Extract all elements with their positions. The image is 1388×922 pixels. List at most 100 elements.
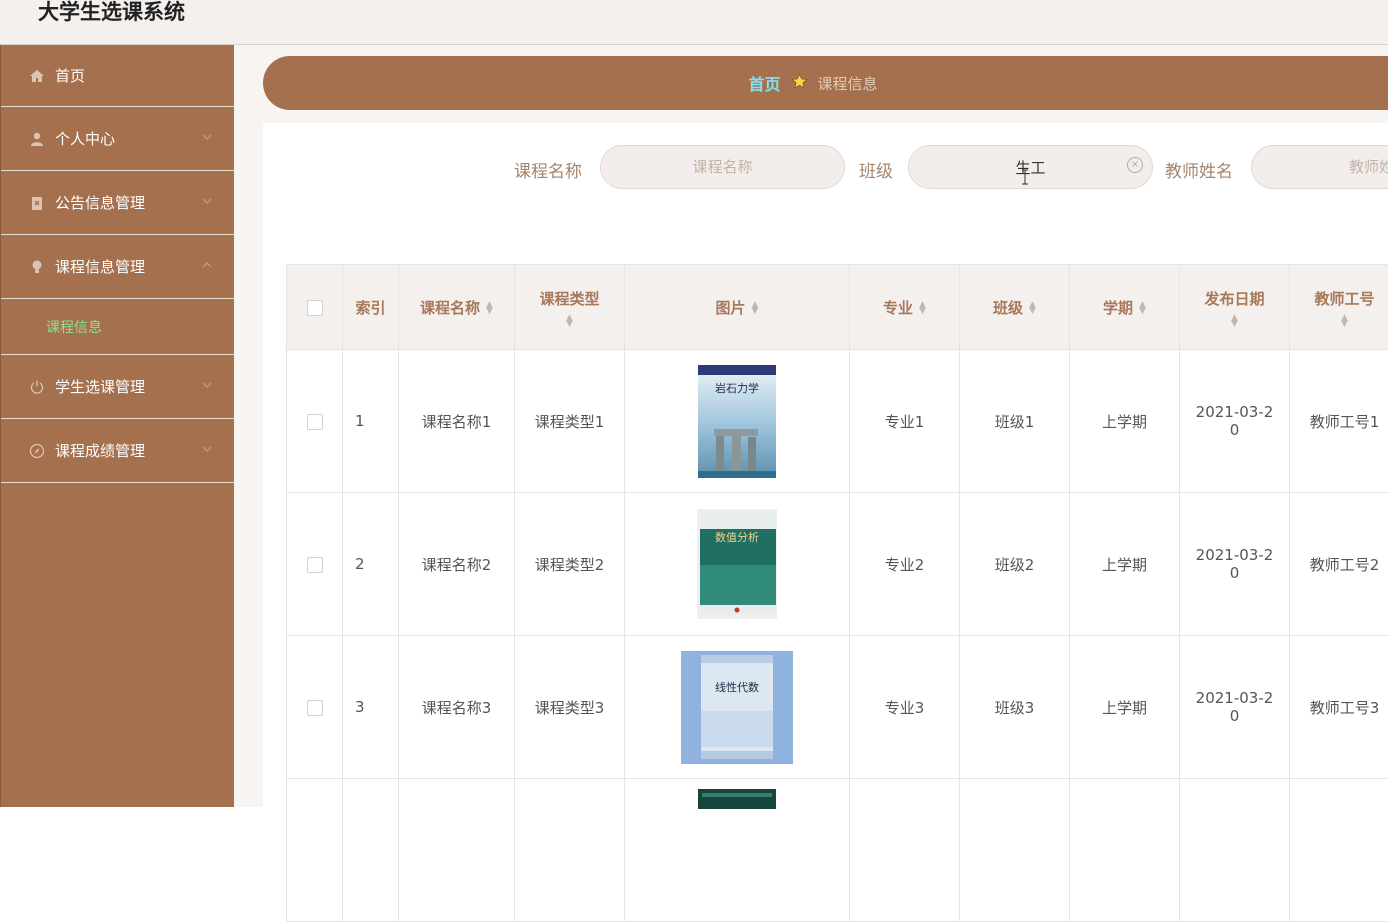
class-label: 班级 — [859, 157, 893, 182]
header-class[interactable]: 班级▲▼ — [960, 265, 1070, 350]
user-icon — [29, 131, 45, 147]
sidebar-item-label: 学生选课管理 — [55, 376, 145, 397]
cell-image: 线性代数 — [625, 636, 850, 779]
header-term[interactable]: 学期▲▼ — [1070, 265, 1180, 350]
cell-course-type: 课程类型1 — [515, 350, 625, 493]
breadcrumb-home[interactable]: 首页 — [748, 71, 780, 95]
book-cover-image[interactable]: 线性代数 — [681, 651, 793, 764]
cell-image: 岩石力学 — [625, 350, 850, 493]
bulb-icon — [29, 259, 45, 275]
chevron-down-icon — [201, 131, 213, 146]
row-select-cell — [287, 636, 343, 779]
cell-index: 2 — [343, 493, 399, 636]
sidebar-item-home[interactable]: 首页 — [1, 45, 235, 107]
chevron-down-icon — [201, 195, 213, 210]
home-icon — [29, 68, 45, 84]
cell-teacher-id: 教师工号2 — [1290, 493, 1388, 636]
star-icon — [791, 73, 808, 94]
teacher-name-input[interactable] — [1251, 145, 1388, 189]
header-index: 索引 — [343, 265, 399, 350]
course-table: 索引 课程名称▲▼ 课程类型▲▼ 图片▲▼ 专业▲▼ 班级▲▼ 学期▲▼ 发布日… — [286, 264, 1388, 922]
cell-term: 上学期 — [1070, 636, 1180, 779]
header-publish-date[interactable]: 发布日期▲▼ — [1180, 265, 1290, 350]
row-checkbox[interactable] — [307, 700, 323, 716]
class-input[interactable] — [908, 145, 1153, 189]
table-header-row: 索引 课程名称▲▼ 课程类型▲▼ 图片▲▼ 专业▲▼ 班级▲▼ 学期▲▼ 发布日… — [287, 265, 1388, 350]
sort-icon[interactable]: ▲▼ — [752, 302, 759, 314]
sidebar-item-label: 课程成绩管理 — [55, 440, 145, 461]
cell-publish-date: 2021-03-20 — [1180, 493, 1290, 636]
sort-icon[interactable]: ▲▼ — [1029, 302, 1036, 314]
sidebar-item-label: 课程信息管理 — [55, 256, 145, 277]
cell-course-type: 课程类型2 — [515, 493, 625, 636]
cell-publish-date: 2021-03-20 — [1180, 636, 1290, 779]
sidebar-item-notice-management[interactable]: 公告信息管理 — [1, 171, 235, 235]
cell-course-name: 课程名称3 — [399, 636, 515, 779]
select-all-cell — [287, 265, 343, 350]
header-course-name[interactable]: 课程名称▲▼ — [399, 265, 515, 350]
table-row[interactable]: 1 课程名称1 课程类型1 岩石力学 — [287, 350, 1388, 493]
header-image[interactable]: 图片▲▼ — [625, 265, 850, 350]
book-cover-image[interactable]: 数值分析 — [697, 509, 777, 619]
sidebar-item-grade-management[interactable]: 课程成绩管理 — [1, 419, 235, 483]
cell-index: 3 — [343, 636, 399, 779]
select-all-checkbox[interactable] — [307, 300, 323, 316]
sidebar-item-course-management[interactable]: 课程信息管理 — [1, 235, 235, 299]
content-panel: 课程名称 班级 × 教师姓名 索引 课程名称▲▼ 课程类型 — [263, 123, 1388, 823]
course-name-label: 课程名称 — [514, 157, 582, 182]
clear-icon[interactable]: × — [1127, 157, 1143, 173]
sidebar-subitem-course-info[interactable]: 课程信息 — [1, 299, 235, 355]
text-cursor-icon — [1021, 169, 1029, 189]
cell-major: 专业1 — [850, 350, 960, 493]
cell-course-name: 课程名称2 — [399, 493, 515, 636]
cell-term: 上学期 — [1070, 350, 1180, 493]
breadcrumb: 首页 课程信息 — [263, 56, 1388, 110]
chevron-up-icon — [201, 259, 213, 274]
cell-major: 专业3 — [850, 636, 960, 779]
cell-class: 班级1 — [960, 350, 1070, 493]
header-course-type[interactable]: 课程类型▲▼ — [515, 265, 625, 350]
power-icon — [29, 379, 45, 395]
table-row[interactable]: 3 课程名称3 课程类型3 线性代数 专业3 — [287, 636, 1388, 779]
cell-course-name: 课程名称1 — [399, 350, 515, 493]
search-form: 课程名称 班级 × 教师姓名 — [263, 145, 1388, 191]
sort-icon[interactable]: ▲▼ — [1139, 302, 1146, 314]
sidebar: 首页 个人中心 公告信息管理 课程信息管理 课程信息 学生选课管理 — [0, 45, 235, 807]
table-row[interactable] — [287, 779, 1388, 922]
sidebar-item-label: 首页 — [55, 65, 85, 86]
main-content: 首页 课程信息 课程名称 班级 × 教师姓名 — [234, 45, 1388, 807]
sort-icon[interactable]: ▲▼ — [1180, 315, 1289, 327]
cell-image — [625, 779, 850, 922]
cell-image: 数值分析 — [625, 493, 850, 636]
sidebar-item-personal-center[interactable]: 个人中心 — [1, 107, 235, 171]
sort-icon[interactable]: ▲▼ — [919, 302, 926, 314]
top-bar: 大学生选课系统 — [0, 0, 1388, 45]
sidebar-item-label: 公告信息管理 — [55, 192, 145, 213]
breadcrumb-current: 课程信息 — [818, 73, 878, 94]
cell-class: 班级3 — [960, 636, 1070, 779]
book-title: 岩石力学 — [715, 381, 759, 395]
app-title: 大学生选课系统 — [38, 0, 185, 26]
cell-term: 上学期 — [1070, 493, 1180, 636]
book-cover-image[interactable] — [698, 789, 776, 809]
cell-publish-date: 2021-03-20 — [1180, 350, 1290, 493]
row-checkbox[interactable] — [307, 557, 323, 573]
row-select-cell — [287, 350, 343, 493]
table-row[interactable]: 2 课程名称2 课程类型2 数值分析 — [287, 493, 1388, 636]
book-cover-image[interactable]: 岩石力学 — [698, 365, 776, 478]
sidebar-item-label: 个人中心 — [55, 128, 115, 149]
course-name-input[interactable] — [600, 145, 845, 189]
sort-icon[interactable]: ▲▼ — [486, 302, 493, 314]
sort-icon[interactable]: ▲▼ — [1290, 315, 1388, 327]
sort-icon[interactable]: ▲▼ — [515, 315, 624, 327]
book-title: 数值分析 — [715, 530, 759, 544]
cell-class: 班级2 — [960, 493, 1070, 636]
cell-major: 专业2 — [850, 493, 960, 636]
row-checkbox[interactable] — [307, 414, 323, 430]
header-teacher-id[interactable]: 教师工号▲▼ — [1290, 265, 1388, 350]
cell-teacher-id: 教师工号3 — [1290, 636, 1388, 779]
sidebar-item-student-selection[interactable]: 学生选课管理 — [1, 355, 235, 419]
book-title: 线性代数 — [715, 680, 759, 694]
header-major[interactable]: 专业▲▼ — [850, 265, 960, 350]
chevron-down-icon — [201, 443, 213, 458]
